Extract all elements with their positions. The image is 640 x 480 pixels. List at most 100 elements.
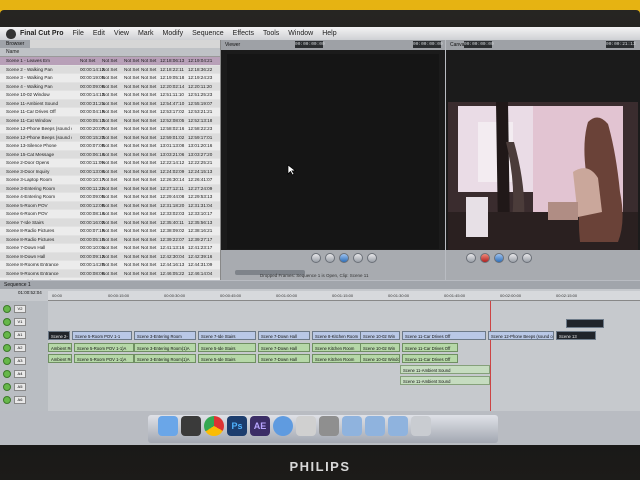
browser-clip-row[interactable]: Scene 11-Car Drives Off 00:00:04:19 Not Se…	[0, 108, 220, 117]
browser-clip-row[interactable]: Scene 10-02 Window 00:00:14:13 Not Set Not …	[0, 91, 220, 100]
browser-tab[interactable]: Browser	[0, 40, 31, 48]
audio-clip-a1[interactable]: Ambient Room	[48, 343, 72, 352]
browser-clip-row[interactable]: Scene 13-Silence Phone 00:00:07:08 Not Set…	[0, 142, 220, 151]
menu-edit[interactable]: Edit	[93, 30, 105, 37]
after-effects-icon[interactable]: AE	[250, 416, 270, 436]
menu-effects[interactable]: Effects	[233, 30, 254, 37]
audio-clip-a2[interactable]: Scene Kitchen Room	[312, 354, 362, 363]
browser-clip-row[interactable]: Scene 15-Cat Message 00:00:06:14 Not Set No…	[0, 150, 220, 159]
viewer-duration-timecode[interactable]: 00:00:00:00	[295, 41, 325, 48]
video-clip[interactable]: Scene 10-02 Win	[360, 331, 400, 340]
play-button[interactable]	[339, 253, 349, 263]
clapper-icon[interactable]	[181, 416, 201, 436]
track-name[interactable]: A1	[14, 331, 26, 339]
video-clip[interactable]: Scene 11-Car Drives Off	[402, 331, 486, 340]
itunes-icon[interactable]	[273, 416, 293, 436]
audio-clip-a2[interactable]: Scene 11-Car Drives Off	[402, 354, 458, 363]
browser-clip-row[interactable]: Scene 2-Door Opens 00:00:11:09 Not Set Not …	[0, 159, 220, 168]
menu-sequence[interactable]: Sequence	[192, 30, 224, 37]
audio-clip-a3[interactable]: Scene 11-Ambient Sound	[400, 376, 490, 385]
settings-icon[interactable]	[296, 416, 316, 436]
track-visibility-toggle[interactable]	[3, 305, 11, 313]
browser-clip-row[interactable]: Scene 6-Room POV 00:00:08:14 Not Set Not Se…	[0, 210, 220, 219]
browser-clip-row[interactable]: Scene 9-Kitchen Music00:00:12:14Not SetN…	[0, 278, 220, 280]
audio-clip-a1[interactable]: Scene 5-Ide Stairs	[198, 343, 256, 352]
track-visibility-toggle[interactable]	[3, 383, 11, 391]
video-clip[interactable]: Scene 13	[556, 331, 596, 340]
video-clip[interactable]: Scene 5-Room POV 1-1	[72, 331, 132, 340]
track-visibility-toggle[interactable]	[3, 370, 11, 378]
browser-clip-row[interactable]: Scene 4-Entering Room 00:00:09:05 Not Set N…	[0, 193, 220, 202]
step-forward-button[interactable]	[353, 253, 363, 263]
audio-clip-a2[interactable]: Scene 5-Ide Stairs	[198, 354, 256, 363]
mark-out-button[interactable]	[325, 253, 335, 263]
browser-clip-row[interactable]: Scene 12-Phone Beeps (sound only) 00:00:2…	[0, 125, 220, 134]
canvas-mark-in-button[interactable]	[466, 253, 476, 263]
browser-clip-row[interactable]: Scene 8-Radio Pictures 00:00:05:10 Not Set…	[0, 235, 220, 244]
trash-icon[interactable]	[411, 416, 431, 436]
browser-clip-row[interactable]: Scene 8-Rooms Entrance 00:00:14:20 Not Set…	[0, 261, 220, 270]
browser-clip-row[interactable]: Scene 4 - Walking Pan 00:00:09:06 Not Set N…	[0, 82, 220, 91]
canvas-loop-button[interactable]	[522, 253, 532, 263]
folder-icon[interactable]	[342, 416, 362, 436]
timeline-tab[interactable]: Sequence 1	[4, 281, 31, 289]
browser-clip-row[interactable]: Scene 7-Down Hall 00:00:10:01 Not Set Not S…	[0, 244, 220, 253]
video-clip[interactable]: Scene 12-Phone Beeps (sound only)	[488, 331, 554, 340]
track-name[interactable]: A6	[14, 396, 26, 404]
audio-clip-a2[interactable]: Ambient Room	[48, 354, 72, 363]
audio-clip-a1[interactable]: Scene Kitchen Room	[312, 343, 362, 352]
browser-clip-row[interactable]: Scene 3-Door Inquiry 00:00:13:04 Not Set No…	[0, 167, 220, 176]
audio-clip-a2[interactable]: Scene 5-Room POV 1-1)A	[74, 354, 134, 363]
canvas-stop-button[interactable]	[508, 253, 518, 263]
browser-clip-row[interactable]: Scene 11-Ambient Sound 00:00:31:21 Not Set…	[0, 99, 220, 108]
video-clip[interactable]: Scene 3-Entering Room	[134, 331, 196, 340]
browser-clip-row[interactable]: Scene 12-Phone Beeps (sound only) 00:00:1…	[0, 133, 220, 142]
track-name[interactable]: A4	[14, 370, 26, 378]
track-name[interactable]: V1	[14, 318, 26, 326]
audio-clip-a2[interactable]: Scene 7-Down Hall	[258, 354, 310, 363]
menu-help[interactable]: Help	[322, 30, 336, 37]
column-name[interactable]: Name	[6, 48, 19, 56]
timeline-tracks[interactable]: Scene 2- Scene 5-Room POV 1-1 Scene 3-Ente…	[48, 301, 640, 411]
timeline-current-timecode[interactable]: 01:00:52:04	[18, 289, 42, 297]
menu-tools[interactable]: Tools	[263, 30, 279, 37]
timeline-playhead[interactable]	[490, 301, 491, 411]
viewer-video-area[interactable]	[227, 54, 439, 249]
browser-clip-row[interactable]: Scene 1 - Leaves Em Not Set Not Set Not Set…	[0, 57, 220, 66]
audio-clip-a1[interactable]: Scene 7-Down Hall	[258, 343, 310, 352]
viewer-tab[interactable]: Viewer	[225, 40, 240, 50]
browser-clip-row[interactable]: Scene 7-Ide Stairs 00:00:16:02 Not Set Not …	[0, 218, 220, 227]
documents-icon[interactable]	[388, 416, 408, 436]
browser-clip-row[interactable]: Scene 2 - Walking Pan 00:00:14:12 Not Set N…	[0, 65, 220, 74]
browser-clip-row[interactable]: Scene 8-Down Hall 00:00:09:12 Not Set Not S…	[0, 252, 220, 261]
audio-clip-a2[interactable]: Scene 3-Entering Room(1)A	[134, 354, 196, 363]
canvas-record-button[interactable]	[480, 253, 490, 263]
canvas-current-timecode[interactable]: 00:00:21:13	[606, 41, 636, 48]
track-visibility-toggle[interactable]	[3, 331, 11, 339]
menu-mark[interactable]: Mark	[138, 30, 154, 37]
menu-app-name[interactable]: Final Cut Pro	[20, 30, 64, 37]
photoshop-icon[interactable]: Ps	[227, 416, 247, 436]
audio-clip-a2[interactable]: Scene 10-02 Window	[360, 354, 400, 363]
track-visibility-toggle[interactable]	[3, 344, 11, 352]
viewer-current-timecode[interactable]: 00:00:00:00	[413, 41, 443, 48]
browser-clip-row[interactable]: Scene 9-Rooms Entrance 00:00:08:06 Not Set…	[0, 269, 220, 278]
video-clip[interactable]: Scene 7-Down Hall	[258, 331, 310, 340]
track-name[interactable]: A3	[14, 357, 26, 365]
canvas-duration-timecode[interactable]: 00:00:00:00	[464, 41, 494, 48]
browser-clip-row[interactable]: Scene 3-Entering Room 00:00:11:22 Not Set N…	[0, 184, 220, 193]
menu-file[interactable]: File	[73, 30, 84, 37]
track-name[interactable]: A2	[14, 344, 26, 352]
browser-clip-row[interactable]: Scene 3-Laptop Room 00:00:10:17 Not Set Not…	[0, 176, 220, 185]
audio-clip-a1[interactable]: Scene 11-Car Drives Off	[402, 343, 458, 352]
audio-clip-a3[interactable]: Scene 11-Ambient Sound	[400, 365, 490, 374]
track-visibility-toggle[interactable]	[3, 357, 11, 365]
video-clip[interactable]: Scene 2-	[48, 331, 70, 340]
canvas-play-button[interactable]	[494, 253, 504, 263]
browser-clip-row[interactable]: Scene 11-Cat Window 00:00:05:13 Not Set Not…	[0, 116, 220, 125]
timeline-ruler[interactable]: 00:00 00:00:15:00 00:00:30:00 00:00:45:00 00…	[48, 291, 640, 301]
menu-window[interactable]: Window	[288, 30, 313, 37]
browser-clip-row[interactable]: Scene 3 - Walking Pan 00:00:19:05 Not Set N…	[0, 74, 220, 83]
loop-button[interactable]	[367, 253, 377, 263]
finder-icon[interactable]	[158, 416, 178, 436]
